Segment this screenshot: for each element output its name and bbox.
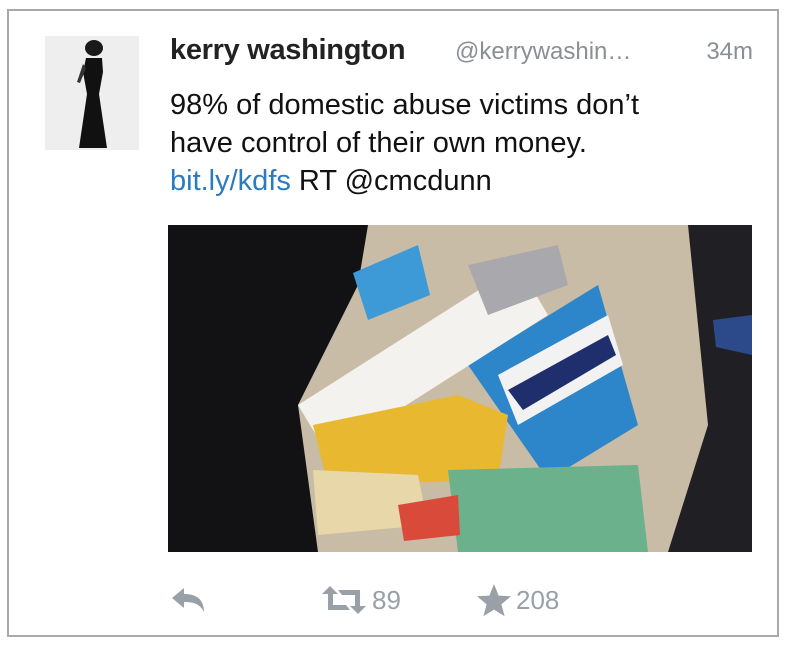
tweet-header: kerry washington @kerrywashin… 34m bbox=[170, 34, 755, 70]
tweet-photo[interactable] bbox=[168, 225, 752, 552]
author-handle[interactable]: @kerrywashin… bbox=[455, 38, 631, 66]
retweet-button[interactable]: 89 bbox=[320, 578, 401, 622]
retweet-count: 89 bbox=[372, 584, 401, 615]
tweet-actions: 89 208 bbox=[168, 578, 752, 622]
star-icon bbox=[477, 584, 511, 617]
tweet-link[interactable]: bit.ly/kdfs bbox=[170, 165, 291, 197]
reply-button[interactable] bbox=[168, 578, 208, 622]
tweet-text-tail: RT @cmcdunn bbox=[290, 165, 492, 197]
tweet-text-line-1: 98% of domestic abuse victims don’t bbox=[170, 89, 640, 121]
tweet-text-line-3: bit.ly/kdfs RT @cmcdunn bbox=[170, 162, 740, 200]
favorite-count: 208 bbox=[516, 584, 560, 615]
retweet-icon bbox=[322, 586, 366, 614]
author-name[interactable]: kerry washington bbox=[170, 34, 406, 67]
tweet-text: 98% of domestic abuse victims don’t have… bbox=[170, 86, 740, 200]
tweet-timestamp[interactable]: 34m bbox=[706, 38, 753, 66]
tweet-text-line-2: have control of their own money. bbox=[170, 127, 587, 159]
reply-icon bbox=[172, 588, 204, 612]
favorite-button[interactable]: 208 bbox=[476, 578, 559, 622]
avatar[interactable] bbox=[45, 36, 139, 150]
